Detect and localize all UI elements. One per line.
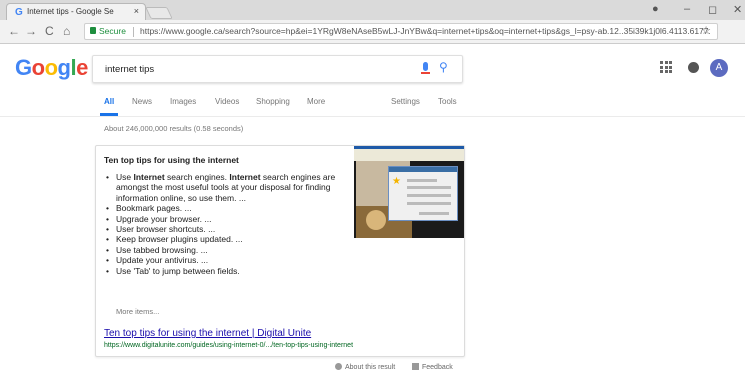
tab-all[interactable]: All — [104, 97, 114, 106]
dialog-row — [407, 194, 451, 197]
divider — [133, 27, 134, 37]
feedback-link[interactable]: Feedback — [412, 363, 453, 371]
logo-letter: o — [44, 55, 58, 80]
logo-letter: g — [57, 55, 71, 80]
bookmark-star-icon[interactable]: ☆ — [701, 24, 711, 37]
tab-close-icon[interactable]: × — [134, 6, 139, 16]
dialog-row — [407, 202, 451, 205]
url-text[interactable]: https://www.google.ca/search?source=hp&e… — [140, 26, 710, 36]
bold-text: Internet — [133, 172, 165, 182]
thumbnail-toolbar — [354, 149, 464, 161]
avatar[interactable]: A — [710, 59, 728, 77]
bold-text: Internet — [229, 172, 261, 182]
logo-letter: e — [76, 55, 88, 80]
list-item: Upgrade your browser. ... — [104, 214, 350, 225]
browser-tab[interactable]: G Internet tips - Google Se × — [6, 3, 146, 20]
result-title-link[interactable]: Ten top tips for using the internet | Di… — [104, 328, 311, 339]
result-url: https://www.digitalunite.com/guides/usin… — [104, 342, 354, 349]
dialog-row — [407, 179, 437, 182]
about-label: About this result — [345, 364, 396, 371]
list-item: Use 'Tab' to jump between fields. — [104, 266, 350, 277]
snippet-list: Use Internet search engines. Internet se… — [104, 172, 350, 276]
list-item: Keep browser plugins updated. ... — [104, 234, 350, 245]
dialog-row — [419, 212, 449, 215]
microphone-icon[interactable] — [421, 62, 430, 74]
list-item: Update your antivirus. ... — [104, 255, 350, 266]
tab-videos[interactable]: Videos — [215, 97, 239, 106]
list-item: Use Internet search engines. Internet se… — [104, 172, 350, 203]
info-icon — [335, 363, 342, 370]
apps-grid-icon[interactable] — [660, 61, 672, 73]
feedback-icon — [412, 363, 419, 370]
thumbnail-dialog: ★ — [388, 166, 458, 221]
tab-shopping[interactable]: Shopping — [256, 97, 290, 106]
divider — [0, 116, 745, 117]
home-icon[interactable]: ⌂ — [63, 24, 70, 38]
search-input[interactable]: internet tips — [105, 64, 154, 75]
address-bar[interactable]: Secure https://www.google.ca/search?sour… — [84, 23, 718, 40]
dialog-row — [407, 186, 451, 189]
text: search engines. — [164, 172, 230, 182]
new-tab-button[interactable] — [145, 7, 173, 19]
google-logo[interactable]: Google — [15, 55, 88, 81]
tab-title: Internet tips - Google Se — [27, 7, 114, 16]
tab-settings[interactable]: Settings — [391, 97, 420, 106]
browser-toolbar: ← → C ⌂ Secure https://www.google.ca/sea… — [0, 20, 745, 44]
search-box[interactable]: internet tips ⚲ — [92, 55, 463, 83]
tab-more[interactable]: More — [307, 97, 325, 106]
reload-icon[interactable]: C — [45, 24, 54, 38]
notifications-icon[interactable] — [688, 62, 699, 73]
search-icon[interactable]: ⚲ — [439, 60, 448, 74]
snippet-title: Ten top tips for using the internet — [104, 155, 239, 165]
list-item: Bookmark pages. ... — [104, 203, 350, 214]
back-icon[interactable]: ← — [8, 24, 20, 38]
dialog-titlebar — [389, 167, 457, 172]
tab-images[interactable]: Images — [170, 97, 196, 106]
lock-icon — [90, 27, 96, 34]
secure-label: Secure — [99, 26, 126, 36]
account-icon[interactable]: ● — [652, 3, 659, 15]
logo-letter: G — [15, 55, 32, 80]
snippet-thumbnail[interactable]: ★ — [354, 146, 464, 238]
tab-strip: G Internet tips - Google Se × ● – ◻ ✕ — [0, 0, 745, 20]
list-item: User browser shortcuts. ... — [104, 224, 350, 235]
about-this-result[interactable]: About this result — [335, 363, 395, 371]
tab-tools[interactable]: Tools — [438, 97, 457, 106]
tab-news[interactable]: News — [132, 97, 152, 106]
logo-letter: o — [31, 55, 45, 80]
result-stats: About 246,000,000 results (0.58 seconds) — [104, 124, 244, 133]
more-items-link[interactable]: More items... — [116, 307, 159, 316]
thumbnail-photo-detail — [366, 210, 386, 230]
text: Use — [116, 172, 134, 182]
feedback-label: Feedback — [422, 364, 453, 371]
list-item: Use tabbed browsing. ... — [104, 245, 350, 256]
google-favicon-icon: G — [15, 7, 23, 18]
minimize-button[interactable]: – — [684, 3, 690, 15]
maximize-button[interactable]: ◻ — [708, 3, 717, 16]
forward-icon[interactable]: → — [25, 24, 37, 38]
close-window-button[interactable]: ✕ — [733, 3, 742, 16]
